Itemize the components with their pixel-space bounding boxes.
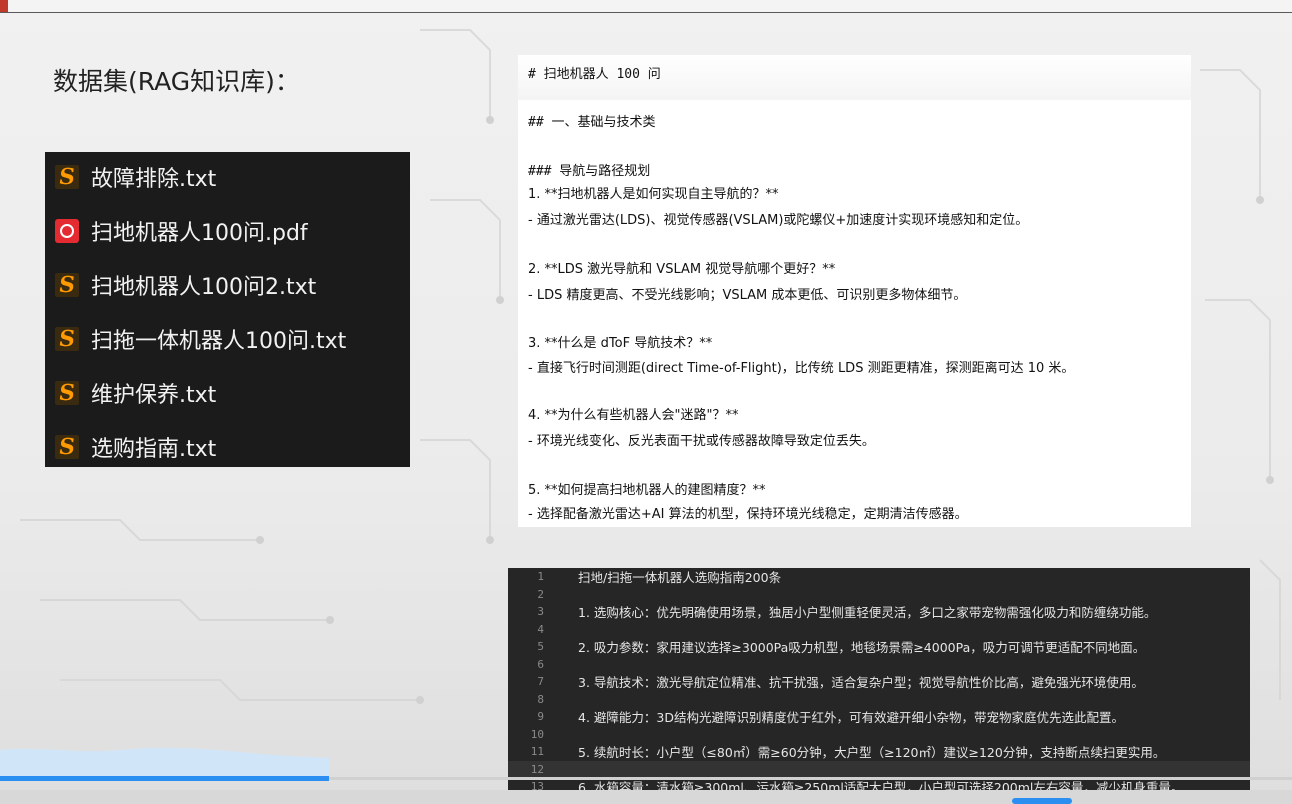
line-number: 9 <box>537 710 544 724</box>
file-item[interactable]: S 选购指南.txt <box>45 427 410 467</box>
file-name: 选购指南.txt <box>91 437 217 462</box>
doc-answer: - 环境光线变化、反光表面干扰或传感器故障导致定位丢失。 <box>528 434 875 449</box>
editor-line[interactable]: 9 4. 避障能力：3D结构光避障识别精度优于红外，可有效避开细小杂物，带宠物家庭… <box>508 708 1250 726</box>
sublime-text-icon: S <box>55 326 79 352</box>
doc-heading-1: # 扫地机器人 100 问 <box>528 67 661 82</box>
line-number: 1 <box>537 570 544 584</box>
editor-line[interactable]: 8 <box>508 691 1250 709</box>
line-text: 4. 避障能力：3D结构光避障识别精度优于红外，可有效避开细小杂物，带宠物家庭优… <box>578 710 1124 726</box>
doc-question: 1. **扫地机器人是如何实现自主导航的？** <box>528 187 779 202</box>
file-item[interactable]: 扫地机器人100问.pdf <box>45 211 410 251</box>
editor-line-active[interactable]: 12 <box>508 760 1250 778</box>
line-text: 2. 吸力参数：家用建议选择≥3000Pa吸力机型，地毯场景需≥4000Pa，吸… <box>578 640 1146 656</box>
doc-question: 2. **LDS 激光导航和 VSLAM 视觉导航哪个更好？** <box>528 262 836 277</box>
line-text: 扫地/扫拖一体机器人选购指南200条 <box>578 570 782 586</box>
line-text: 5. 续航时长：小户型（≤80㎡）需≥60分钟，大户型（≥120㎡）建议≥120… <box>578 745 1166 761</box>
doc-answer: - LDS 精度更高、不受光线影响；VSLAM 成本更低、可识别更多物体细节。 <box>528 288 967 303</box>
file-name: 扫地机器人100问.pdf <box>91 221 308 246</box>
doc-question: 5. **如何提高扫地机器人的建图精度？** <box>528 483 766 498</box>
line-number: 8 <box>537 692 544 706</box>
file-name: 扫地机器人100问2.txt <box>91 275 317 300</box>
video-progress-track[interactable] <box>329 777 1292 780</box>
line-number: 10 <box>530 727 544 741</box>
line-number: 3 <box>537 605 544 619</box>
pdf-icon <box>55 219 79 243</box>
editor-line[interactable]: 7 3. 导航技术：激光导航定位精准、抗干扰强，适合复杂户型；视觉导航性价比高，避… <box>508 673 1250 691</box>
line-number: 6 <box>537 657 544 671</box>
markdown-document: # 扫地机器人 100 问 ## 一、基础与技术类 ### 导航与路径规划 1.… <box>518 55 1191 527</box>
file-list-panel: S 故障排除.txt 扫地机器人100问.pdf S 扫地机器人100问2.tx… <box>45 152 410 467</box>
doc-heading-3: ### 导航与路径规划 <box>528 164 651 179</box>
editor-line[interactable]: 6 <box>508 656 1250 674</box>
doc-answer: - 通过激光雷达(LDS)、视觉传感器(VSLAM)或陀螺仪+加速度计实现环境感… <box>528 213 1029 228</box>
editor-line[interactable]: 11 5. 续航时长：小户型（≤80㎡）需≥60分钟，大户型（≥120㎡）建议≥1… <box>508 743 1250 761</box>
sublime-text-icon: S <box>55 272 79 298</box>
file-name: 扫拖一体机器人100问.txt <box>91 329 347 354</box>
file-item[interactable]: S 维护保养.txt <box>45 373 410 413</box>
line-text: 1. 选购核心：优先明确使用场景，独居小户型侧重轻便灵活，多口之家带宠物需强化吸… <box>578 605 1157 621</box>
audio-waveform <box>0 747 329 776</box>
player-bottom-bar <box>0 790 1292 804</box>
doc-answer: - 选择配备激光雷达+AI 算法的机型，保持环境光线稳定，定期清洁传感器。 <box>528 507 968 522</box>
file-name: 维护保养.txt <box>91 383 217 408</box>
sublime-text-icon: S <box>55 434 79 460</box>
line-number: 4 <box>537 622 544 636</box>
editor-line[interactable]: 10 <box>508 726 1250 744</box>
player-indicator <box>1012 798 1072 804</box>
sublime-text-icon: S <box>55 380 79 406</box>
doc-answer: - 直接飞行时间测距(direct Time-of-Flight)，比传统 LD… <box>528 361 1075 376</box>
editor-line[interactable]: 5 2. 吸力参数：家用建议选择≥3000Pa吸力机型，地毯场景需≥4000Pa，… <box>508 638 1250 656</box>
editor-line[interactable]: 3 1. 选购核心：优先明确使用场景，独居小户型侧重轻便灵活，多口之家带宠物需强化… <box>508 603 1250 621</box>
slide-title: 数据集(RAG知识库)： <box>53 67 300 96</box>
line-number: 5 <box>537 640 544 654</box>
line-text: 3. 导航技术：激光导航定位精准、抗干扰强，适合复杂户型；视觉导航性价比高，避免… <box>578 675 1144 691</box>
editor-line[interactable]: 2 <box>508 586 1250 604</box>
editor-line[interactable]: 1 扫地/扫拖一体机器人选购指南200条 <box>508 568 1250 586</box>
doc-question: 3. **什么是 dToF 导航技术？** <box>528 336 713 351</box>
top-bar <box>0 0 1292 13</box>
code-editor[interactable]: 1 扫地/扫拖一体机器人选购指南200条 2 3 1. 选购核心：优先明确使用场景，… <box>508 568 1250 797</box>
brand-accent <box>0 0 8 12</box>
editor-line[interactable]: 4 <box>508 621 1250 639</box>
file-item[interactable]: S 扫拖一体机器人100问.txt <box>45 319 410 359</box>
line-number: 2 <box>537 587 544 601</box>
line-number: 7 <box>537 675 544 689</box>
file-name: 故障排除.txt <box>91 167 217 192</box>
line-number: 12 <box>530 762 544 776</box>
doc-heading-2: ## 一、基础与技术类 <box>528 115 656 130</box>
line-number: 11 <box>530 745 544 759</box>
sublime-text-icon: S <box>55 164 79 190</box>
file-item[interactable]: S 故障排除.txt <box>45 157 410 197</box>
video-progress-fill[interactable] <box>0 776 329 781</box>
doc-question: 4. **为什么有些机器人会"迷路"？** <box>528 408 739 423</box>
file-item[interactable]: S 扫地机器人100问2.txt <box>45 265 410 305</box>
